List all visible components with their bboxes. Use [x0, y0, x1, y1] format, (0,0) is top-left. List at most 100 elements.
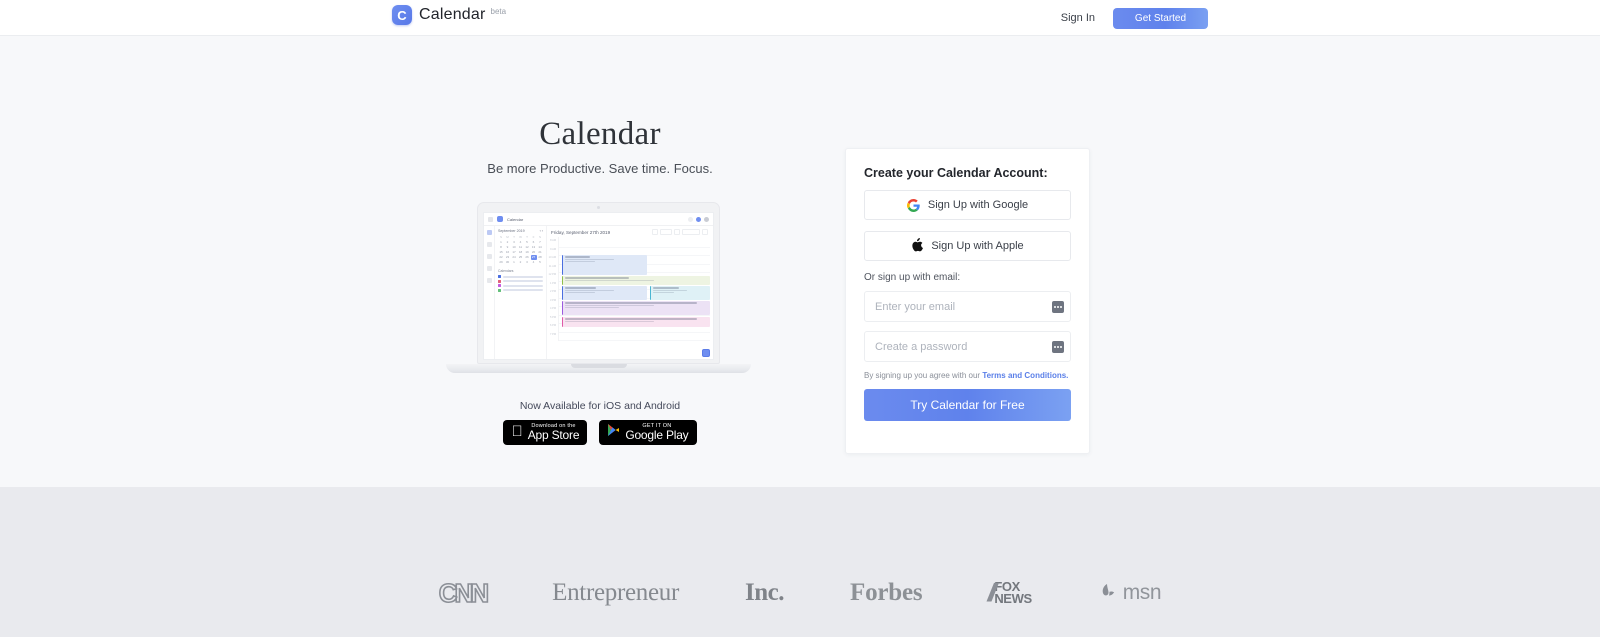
menu-icon [488, 216, 493, 222]
mock-app-name: Calendar [507, 216, 524, 222]
brand-logo[interactable]: C Calendar beta [392, 5, 506, 25]
rail-settings-icon [486, 242, 492, 247]
mini-calendar-day: 28 [538, 255, 542, 260]
laptop-base [446, 364, 751, 373]
mock-app-body: September 2019 ‹ › S M T W T F S 1 2 3 4 5 6 7 8 9 10 11 1… [484, 226, 713, 359]
sign-in-link[interactable]: Sign In [1061, 12, 1095, 24]
press-logos-section: CNN Entrepreneur Inc. Forbes // FOX NEWS… [0, 487, 1600, 637]
store-badges:  Download on the App Store [400, 420, 800, 445]
mini-calendar-day: 27 [530, 255, 537, 260]
mini-calendar-day: 21 [538, 250, 542, 255]
mini-calendar-day: 1 [513, 260, 515, 265]
create-event-fab-icon [702, 349, 710, 357]
mock-view-controls [652, 229, 708, 235]
terms-prefix: By signing up you agree with our [864, 371, 981, 380]
mini-calendar-day: 3 [513, 240, 515, 245]
signup-card: Create your Calendar Account: Sign Up wi… [845, 148, 1090, 454]
calendars-label: Calendars [498, 269, 514, 274]
mini-calendar-day: 25 [518, 255, 523, 260]
password-manager-icon[interactable] [1052, 300, 1064, 313]
grid-line [559, 239, 710, 248]
mini-calendar-day: 10 [512, 245, 516, 250]
try-calendar-for-free-button[interactable]: Try Calendar for Free [864, 389, 1071, 421]
time-label: 9 AM [550, 247, 556, 251]
msn-butterfly-icon [1098, 581, 1118, 606]
nav-actions: Sign In Get Started [1061, 0, 1208, 36]
time-label: 4 PM [549, 307, 556, 310]
mini-calendar-dow: W [519, 235, 522, 239]
sign-up-with-google-button[interactable]: Sign Up with Google [864, 190, 1071, 220]
webcam-icon [597, 206, 600, 209]
mini-calendar-nav: ‹ › [539, 229, 543, 233]
rail-analytics-icon [486, 254, 492, 259]
mini-calendar-day: 14 [538, 245, 542, 250]
time-label: 3 PM [549, 298, 556, 302]
time-label: 2 PM [549, 290, 556, 293]
mini-calendar-day: 16 [505, 250, 510, 255]
terms-and-conditions-link[interactable]: Terms and Conditions. [982, 371, 1068, 380]
google-icon [906, 198, 920, 212]
mini-calendar-day: 30 [505, 260, 510, 265]
calendar-name [503, 280, 543, 283]
mini-calendar-day: 18 [518, 250, 523, 255]
calendar-name [503, 289, 543, 292]
sign-up-with-apple-button[interactable]: Sign Up with Apple [864, 231, 1071, 261]
terms-notice: By signing up you agree with our Terms a… [864, 371, 1071, 380]
mini-calendar-day: 7 [539, 240, 541, 245]
calendar-row [498, 288, 543, 292]
mock-sidebar: September 2019 ‹ › S M T W T F S 1 2 3 4 5 6 7 8 9 10 11 1… [495, 226, 547, 359]
rail-people-icon [486, 266, 492, 271]
time-label: 10 AM [548, 256, 556, 259]
press-logo-inc: Inc. [745, 579, 784, 606]
logo-letter: C [397, 7, 407, 23]
hero-text-block: Calendar Be more Productive. Save time. … [400, 116, 800, 176]
mock-logo-icon [497, 216, 503, 222]
calendar-name [503, 284, 543, 287]
mini-calendar-day: 22 [499, 255, 503, 260]
mini-calendar-day: 5 [539, 260, 541, 265]
app-store-badge[interactable]:  Download on the App Store [503, 420, 588, 445]
signup-card-title: Create your Calendar Account: [864, 166, 1048, 180]
rail-list-icon [486, 278, 492, 283]
rail-calendar-icon [486, 230, 492, 235]
mini-calendar-day: 26 [525, 255, 529, 260]
add-icon [696, 216, 701, 222]
mini-calendar-month: September 2019 [498, 229, 525, 233]
event-column [558, 237, 710, 341]
mini-calendar-day: 1 [500, 240, 502, 245]
calendar-color-swatch [498, 279, 501, 283]
page-title: Calendar [539, 116, 661, 152]
apple-icon [911, 237, 924, 255]
mini-calendar-day: 2 [506, 240, 509, 245]
next-day-button [674, 229, 680, 235]
password-input[interactable] [875, 340, 1052, 353]
calendar-row [498, 279, 543, 283]
google-play-badge[interactable]: GET IT ON Google Play [599, 420, 697, 445]
mobile-note: Now Available for iOS and Android [519, 400, 681, 412]
more-options-icon [702, 229, 708, 235]
mini-calendar-dow: M [506, 235, 509, 239]
apple-icon:  [511, 424, 522, 439]
press-logo-msn: msn [1098, 581, 1162, 606]
password-field-wrapper[interactable] [864, 331, 1071, 362]
calendar-event [562, 301, 710, 315]
password-manager-icon[interactable] [1052, 340, 1064, 353]
mini-calendar-day: 15 [499, 250, 503, 255]
laptop-lid: Calendar September 2019 ‹ › S M T W T F … [477, 202, 720, 364]
time-label: 7 PM [549, 332, 556, 336]
mini-calendar-day: 24 [512, 255, 516, 260]
calendar-color-swatch [498, 275, 501, 279]
mini-calendar-day: 13 [531, 245, 536, 250]
mock-icon-rail [484, 226, 495, 359]
mini-calendar-day: 19 [525, 250, 529, 255]
mini-calendar-day: 5 [526, 240, 528, 245]
mini-calendar-day: 9 [506, 245, 509, 250]
email-field-wrapper[interactable] [864, 291, 1071, 322]
calendar-event [562, 255, 647, 275]
grid-line [559, 333, 710, 341]
get-started-button[interactable]: Get Started [1113, 7, 1208, 29]
mini-calendar-dow: T [526, 235, 528, 239]
email-input[interactable] [875, 300, 1052, 313]
mock-date-title: Friday, September 27th 2019 [551, 229, 611, 235]
time-label: 8 AM [550, 239, 556, 242]
